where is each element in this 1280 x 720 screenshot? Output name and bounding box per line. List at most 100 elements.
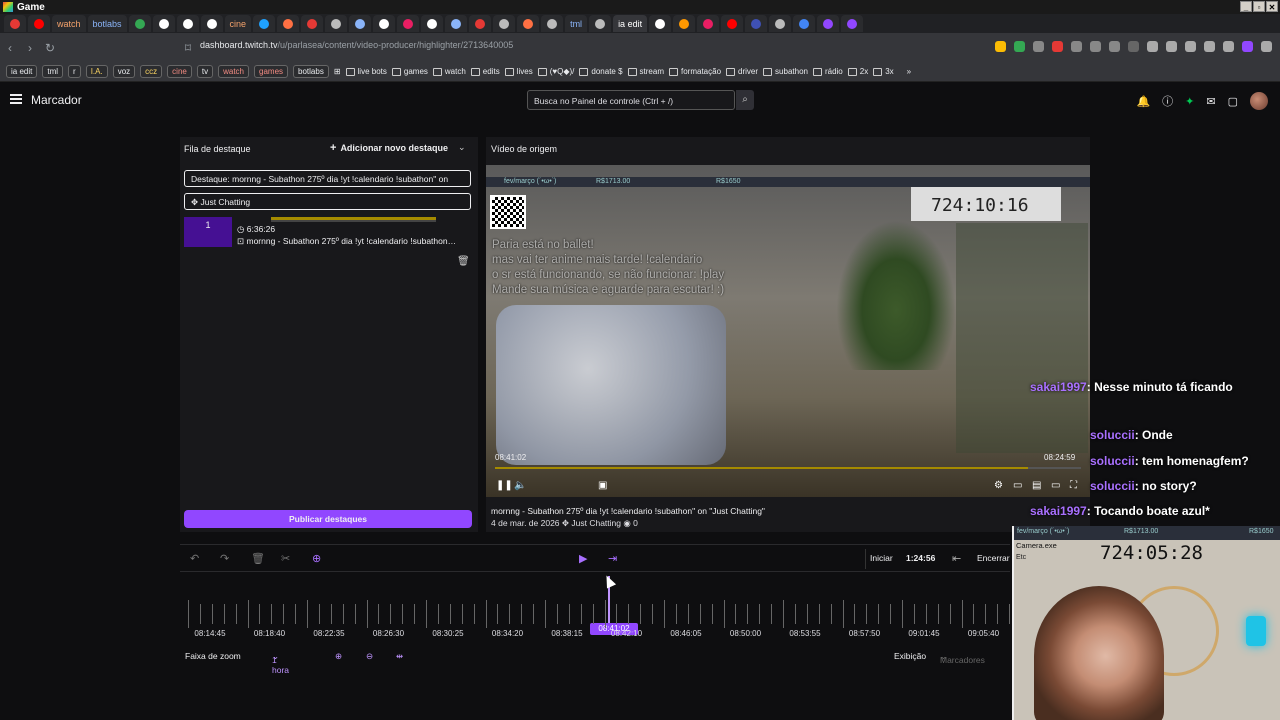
browser-tab[interactable] [301, 15, 324, 32]
pip-icon[interactable]: ▭ [1051, 480, 1060, 491]
browser-tab[interactable]: ia edit [613, 15, 648, 32]
browser-tab[interactable] [349, 15, 372, 32]
close-window-button[interactable]: ✕ [1266, 1, 1278, 12]
browser-tab[interactable]: tml [565, 15, 588, 32]
bookmark-item[interactable]: lives [504, 67, 533, 76]
bookmark-chip[interactable]: r [68, 65, 81, 78]
bookmark-item[interactable]: live bots [345, 67, 387, 76]
bookmark-item[interactable]: edits [470, 67, 500, 76]
browser-tab[interactable] [517, 15, 540, 32]
extension-icon[interactable] [1147, 41, 1158, 52]
browser-tab[interactable] [277, 15, 300, 32]
avatar[interactable] [1250, 92, 1268, 110]
play-icon[interactable]: ▶ [579, 552, 587, 565]
browser-tab[interactable] [697, 15, 720, 32]
markers-select[interactable]: Marcadores ⌄ [940, 651, 985, 665]
bookmark-chip[interactable]: cine [167, 65, 192, 78]
skip-end-icon[interactable]: ⇥ [608, 552, 617, 565]
browser-tab[interactable] [841, 15, 864, 32]
video-progress-bar[interactable] [495, 467, 1081, 469]
extension-icon[interactable] [1090, 41, 1101, 52]
browser-tab[interactable] [493, 15, 516, 32]
browser-tab[interactable] [176, 15, 199, 32]
fit-icon[interactable]: ⇹ [396, 651, 403, 662]
extension-icon[interactable] [995, 41, 1006, 52]
extension-icon[interactable] [1128, 41, 1139, 52]
delete-icon[interactable]: 🗑 [251, 552, 265, 565]
menu-icon[interactable] [10, 94, 22, 104]
zoom-range-select[interactable]: 1 hora ⌄ [272, 651, 289, 675]
notifications-icon[interactable]: 🔔 [1136, 95, 1150, 108]
chevron-down-icon[interactable]: ⌄ [458, 142, 466, 153]
browser-tab[interactable] [128, 15, 151, 32]
bookmark-item[interactable]: 3x [873, 67, 894, 76]
maximize-button[interactable]: ▫ [1253, 1, 1265, 12]
trash-icon[interactable]: 🗑 [457, 256, 470, 267]
browser-tab[interactable] [817, 15, 840, 32]
browser-tab[interactable] [152, 15, 175, 32]
extension-icon[interactable] [1071, 41, 1082, 52]
browser-tab[interactable] [745, 15, 768, 32]
zoom-in-icon[interactable]: ⊕ [335, 651, 342, 662]
pause-icon[interactable]: ❚❚ [496, 480, 513, 491]
scissors-icon[interactable]: ✂ [281, 552, 290, 565]
bookmark-item[interactable]: subathon [763, 67, 808, 76]
browser-tab[interactable] [673, 15, 696, 32]
extension-icon[interactable] [1033, 41, 1044, 52]
bookmark-item[interactable]: formatação [669, 67, 721, 76]
browser-tab[interactable] [325, 15, 348, 32]
bookmark-chip[interactable]: tml [42, 65, 64, 78]
bookmark-chip[interactable]: ia edit [6, 65, 38, 78]
set-start-icon[interactable]: ⇤ [952, 552, 961, 565]
highlight-item[interactable]: 1 ◷ 6:36:26 ⊡ mornng - Subathon 275º dia… [184, 217, 471, 247]
bookmark-chip[interactable]: voz [112, 65, 136, 78]
browser-tab[interactable]: watch [52, 15, 86, 32]
bookmark-chip[interactable]: botlabs [293, 65, 329, 78]
fullscreen-icon[interactable]: ⛶ [1070, 480, 1077, 491]
browser-tab[interactable] [541, 15, 564, 32]
bookmark-item[interactable]: donate $ [579, 67, 623, 76]
media-icon[interactable]: ▣ [598, 480, 607, 491]
extension-icon[interactable] [1109, 41, 1120, 52]
add-highlight-button[interactable]: + Adicionar novo destaque [330, 142, 448, 154]
bookmark-item[interactable]: 2x [847, 67, 868, 76]
extension-icon[interactable] [1185, 41, 1196, 52]
bookmark-item[interactable]: stream [627, 67, 664, 76]
whisper-icon[interactable]: ▢ [1228, 95, 1238, 108]
url-field[interactable]: dashboard.twitch.tv/u/parlasea/content/v… [200, 40, 513, 50]
apps-icon[interactable]: ⊞ [334, 67, 341, 76]
browser-tab[interactable] [721, 15, 744, 32]
bookmark-item[interactable]: rádio [812, 67, 843, 76]
browser-tab[interactable] [649, 15, 672, 32]
inbox-icon[interactable]: ✉ [1206, 95, 1215, 108]
settings-icon[interactable]: ⚙ [994, 480, 1003, 491]
zoom-out-icon[interactable]: ⊖ [366, 651, 373, 662]
magic-icon[interactable]: ✦ [1185, 95, 1194, 108]
video-player[interactable]: fev/março (´•ω•`) R$1713.00 R$1650 724:1… [486, 165, 1090, 497]
browser-tab[interactable] [445, 15, 468, 32]
bookmark-chip[interactable]: watch [218, 65, 249, 78]
browser-tab[interactable] [28, 15, 50, 32]
bookmark-chip[interactable]: I.A. [85, 65, 108, 78]
extension-icon[interactable] [1242, 41, 1253, 52]
minimize-button[interactable]: _ [1240, 1, 1252, 12]
bookmark-chip[interactable]: games [254, 65, 289, 78]
clip-icon[interactable]: ▤ [1032, 480, 1041, 491]
bookmark-item[interactable]: driver [726, 67, 758, 76]
extension-icon[interactable] [1052, 41, 1063, 52]
browser-tab[interactable] [469, 15, 492, 32]
browser-tab[interactable]: cine [224, 15, 252, 32]
bookmark-item[interactable]: watch [432, 67, 466, 76]
add-marker-icon[interactable]: ⊕ [312, 552, 321, 565]
forward-icon[interactable]: › [20, 41, 40, 55]
category-field[interactable]: ✥ Just Chatting [184, 193, 471, 210]
highlight-title-field[interactable]: Destaque: mornng - Subathon 275º dia !yt… [184, 170, 471, 187]
browser-tab[interactable] [200, 15, 223, 32]
bookmark-chip[interactable]: tv [196, 65, 214, 78]
volume-icon[interactable]: 🔈 [514, 480, 526, 491]
dashboard-search-input[interactable]: Busca no Painel de controle (Ctrl + /) [527, 90, 735, 110]
publish-highlights-button[interactable]: Publicar destaques [184, 510, 472, 528]
menu-icon[interactable] [1261, 41, 1272, 52]
bookmark-item[interactable]: (♥Q◆)/ [537, 67, 574, 76]
theater-icon[interactable]: ▭ [1013, 480, 1022, 491]
